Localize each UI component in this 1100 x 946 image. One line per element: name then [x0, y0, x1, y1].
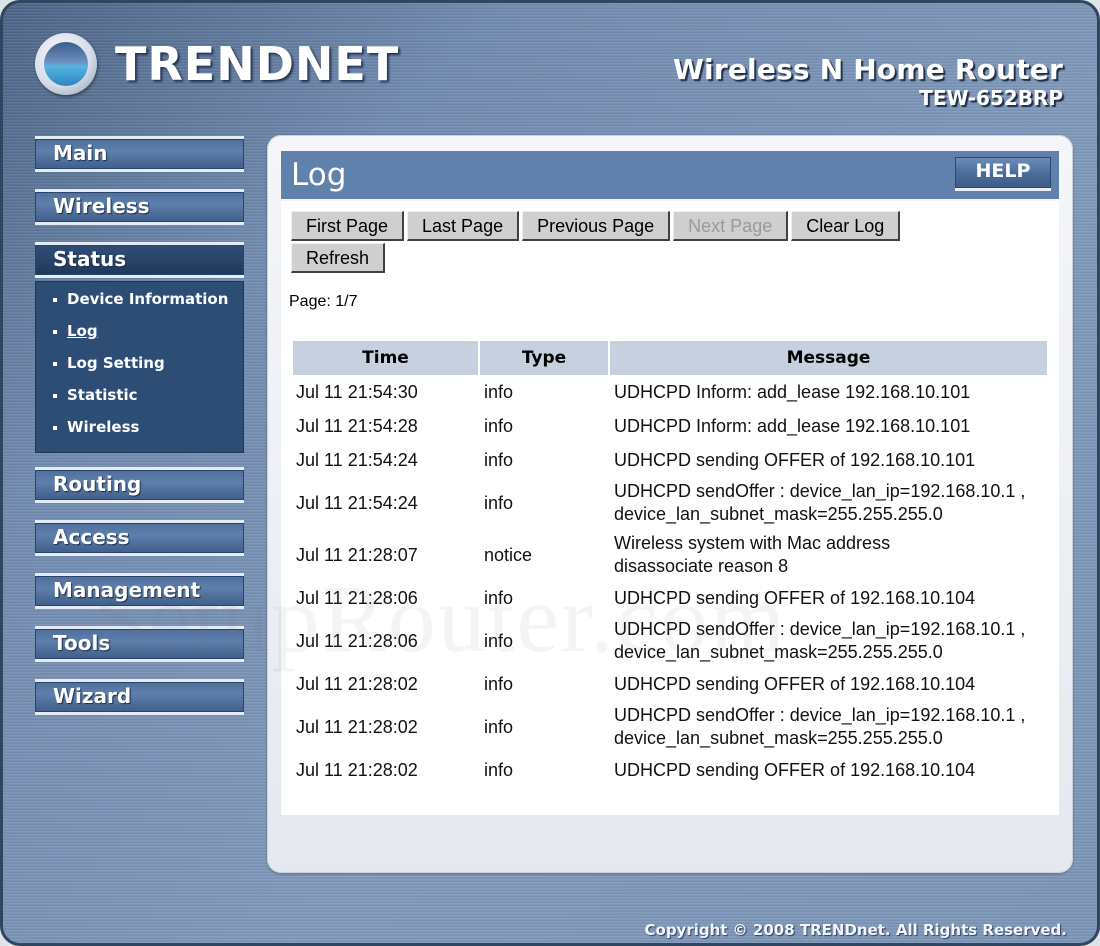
- log-type-cell: info: [484, 415, 514, 436]
- log-table-row: Jul 11 21:54:28 info UDHCPD Inform: add_le…: [293, 409, 1047, 443]
- log-time-cell: Jul 11 21:28:06: [296, 630, 418, 651]
- bullet-icon: [53, 297, 57, 302]
- log-table-header: Time Type Message: [293, 341, 1047, 375]
- previous-page-button[interactable]: Previous Page: [522, 211, 671, 241]
- log-table-row: Jul 11 21:54:24 info UDHCPD sendOffer : de…: [293, 477, 1047, 529]
- log-type-cell: info: [484, 759, 514, 780]
- column-header-message: Message: [610, 341, 1047, 375]
- log-type-cell: info: [484, 492, 514, 513]
- log-type-cell: notice: [484, 544, 533, 565]
- trendnet-globe-icon: [35, 33, 97, 95]
- log-table: Time Type Message Jul 11 21:54:30 info UDH…: [291, 341, 1049, 787]
- sidebar-item-management[interactable]: Management: [35, 573, 244, 609]
- submenu-item-log[interactable]: Log: [36, 320, 243, 352]
- brand-name: TRENDnet: [115, 37, 400, 91]
- log-time-cell: Jul 11 21:28:07: [296, 544, 418, 565]
- bullet-icon: [53, 329, 57, 334]
- submenu-item-label: Statistic: [67, 386, 138, 404]
- log-type-cell: info: [484, 630, 514, 651]
- panel-body: First Page Last Page Previous Page Next Pag…: [281, 201, 1059, 815]
- log-message-cell: UDHCPD sending OFFER of 192.168.10.101: [614, 449, 976, 470]
- log-time-cell: Jul 11 21:28:02: [296, 716, 418, 737]
- page-title: Log: [291, 157, 347, 193]
- log-table-row: Jul 11 21:28:02 info UDHCPD sending OFFER …: [293, 753, 1047, 787]
- product-info: Wireless N Home Router TEW-652BRP: [673, 53, 1063, 110]
- sidebar-item-routing[interactable]: Routing: [35, 467, 244, 503]
- log-time-cell: Jul 11 21:54:24: [296, 449, 418, 470]
- log-table-row: Jul 11 21:28:02 info UDHCPD sending OFFER …: [293, 667, 1047, 701]
- column-header-time: Time: [293, 341, 478, 375]
- first-page-button[interactable]: First Page: [291, 211, 405, 241]
- log-type-cell: info: [484, 587, 514, 608]
- log-table-row: Jul 11 21:54:24 info UDHCPD sending OFFER …: [293, 443, 1047, 477]
- log-time-cell: Jul 11 21:54:30: [296, 381, 418, 402]
- log-time-cell: Jul 11 21:54:24: [296, 492, 418, 513]
- log-table-row: Jul 11 21:28:06 info UDHCPD sendOffer : de…: [293, 615, 1047, 667]
- status-submenu: Device Information Log Log Setting Stati…: [35, 281, 244, 453]
- sidebar-item-wizard[interactable]: Wizard: [35, 679, 244, 715]
- log-time-cell: Jul 11 21:54:28: [296, 415, 418, 436]
- column-header-type: Type: [480, 341, 608, 375]
- log-message-cell: UDHCPD sendOffer : device_lan_ip=192.168…: [614, 619, 1026, 662]
- next-page-button[interactable]: Next Page: [673, 211, 789, 241]
- submenu-item-label: Device Information: [67, 290, 229, 308]
- log-toolbar: First Page Last Page Previous Page Next Pag…: [291, 211, 991, 275]
- submenu-item-device-information[interactable]: Device Information: [36, 288, 243, 320]
- log-message-cell: UDHCPD Inform: add_lease 192.168.10.101: [614, 415, 971, 436]
- product-name: Wireless N Home Router: [672, 53, 1063, 86]
- log-type-cell: info: [484, 449, 514, 470]
- last-page-button[interactable]: Last Page: [407, 211, 520, 241]
- help-button[interactable]: HELP: [955, 157, 1051, 191]
- submenu-item-label: Log: [67, 322, 98, 340]
- panel-header: Log HELP: [281, 151, 1059, 199]
- content-panel: Log HELP First Page Last Page Previous Pag…: [267, 135, 1073, 873]
- submenu-item-label: Log Setting: [67, 354, 165, 372]
- submenu-item-wireless[interactable]: Wireless: [36, 416, 243, 448]
- log-message-cell: UDHCPD Inform: add_lease 192.168.10.101: [614, 381, 971, 402]
- log-table-row: Jul 11 21:28:02 info UDHCPD sendOffer : de…: [293, 701, 1047, 753]
- log-type-cell: info: [484, 716, 514, 737]
- log-type-cell: info: [484, 381, 514, 402]
- log-type-cell: info: [484, 673, 514, 694]
- product-model: TEW-652BRP: [919, 86, 1063, 110]
- log-message-cell: UDHCPD sending OFFER of 192.168.10.104: [614, 673, 976, 694]
- bullet-icon: [53, 425, 57, 430]
- log-message-cell: UDHCPD sendOffer : device_lan_ip=192.168…: [614, 481, 1026, 524]
- log-message-cell: Wireless system with Mac address disasso…: [614, 533, 891, 576]
- submenu-item-log-setting[interactable]: Log Setting: [36, 352, 243, 384]
- log-time-cell: Jul 11 21:28:06: [296, 587, 418, 608]
- copyright-footer: Copyright © 2008 TRENDnet. All Rights Re…: [644, 921, 1068, 939]
- page-indicator: Page: 1/7: [289, 293, 358, 310]
- submenu-item-label: Wireless: [67, 418, 140, 436]
- bullet-icon: [53, 393, 57, 398]
- log-table-row: Jul 11 21:28:07 notice Wireless system wit…: [293, 529, 1047, 581]
- submenu-item-statistic[interactable]: Statistic: [36, 384, 243, 416]
- log-message-cell: UDHCPD sending OFFER of 192.168.10.104: [614, 759, 976, 780]
- log-table-row: Jul 11 21:54:30 info UDHCPD Inform: add_le…: [293, 375, 1047, 409]
- log-time-cell: Jul 11 21:28:02: [296, 759, 418, 780]
- sidebar-item-tools[interactable]: Tools: [35, 626, 244, 662]
- sidebar-item-status[interactable]: Status: [35, 242, 244, 278]
- log-table-row: Jul 11 21:28:06 info UDHCPD sending OFFER …: [293, 581, 1047, 615]
- log-message-cell: UDHCPD sending OFFER of 192.168.10.104: [614, 587, 976, 608]
- sidebar-item-main[interactable]: Main: [35, 136, 244, 172]
- refresh-button[interactable]: Refresh: [291, 243, 386, 273]
- sidebar-item-wireless[interactable]: Wireless: [35, 189, 244, 225]
- trendnet-logo: TRENDnet: [35, 33, 399, 95]
- router-admin-frame: TRENDnet Wireless N Home Router TEW-652B…: [0, 0, 1100, 946]
- sidebar-nav: Main Wireless Status Device Information …: [35, 136, 244, 732]
- log-table-body: Jul 11 21:54:30 info UDHCPD Inform: add_le…: [293, 375, 1047, 787]
- sidebar-item-access[interactable]: Access: [35, 520, 244, 556]
- clear-log-button[interactable]: Clear Log: [791, 211, 901, 241]
- log-message-cell: UDHCPD sendOffer : device_lan_ip=192.168…: [614, 705, 1026, 748]
- log-time-cell: Jul 11 21:28:02: [296, 673, 418, 694]
- bullet-icon: [53, 361, 57, 366]
